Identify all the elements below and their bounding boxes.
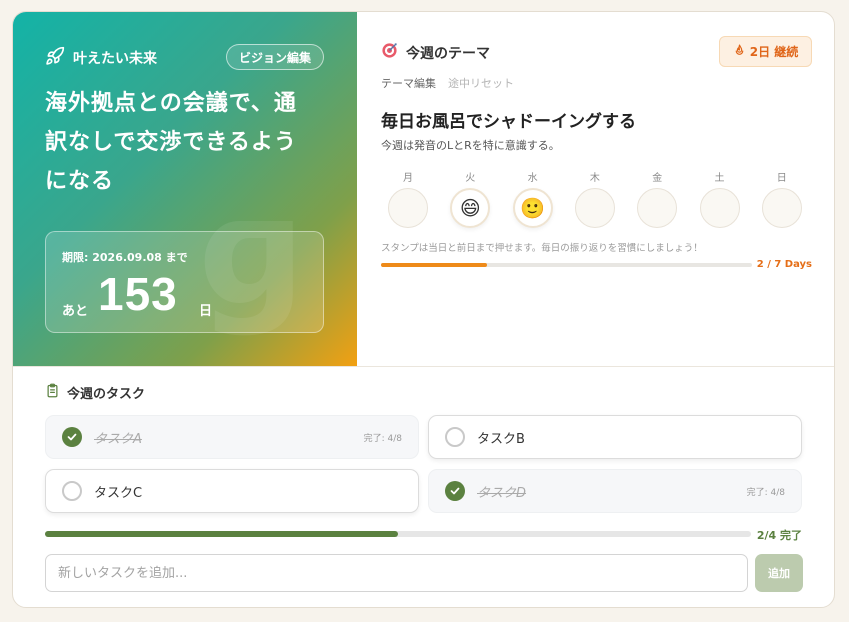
- theme-title: 今週のテーマ: [406, 45, 490, 62]
- add-task-button[interactable]: 追加: [755, 554, 803, 592]
- remaining-prefix: あと: [62, 304, 89, 319]
- vision-label: 叶えたい未来: [73, 51, 157, 67]
- day-label: 火: [465, 173, 476, 184]
- stamp-emoji-icon: 😄: [459, 196, 481, 220]
- task-item[interactable]: タスクB: [428, 415, 802, 459]
- week-progress-count: 2 / 7 Days: [756, 259, 812, 270]
- day-label: 月: [403, 173, 413, 184]
- dashboard-card: ɡ 叶えたい未来 ビジョン編集 海外拠点との会議で、通訳なしで交渉できるようにな…: [12, 11, 835, 608]
- day-0: 月: [387, 172, 429, 228]
- stamp-note: スタンプは当日と前日まで押せます。毎日の振り返りを習慣にしましょう！: [381, 243, 703, 254]
- new-task-input[interactable]: [45, 554, 748, 592]
- day-6: 日: [761, 172, 803, 228]
- clipboard-icon: [45, 383, 60, 402]
- theme-sub-text: 今週は発音のLとRを特に意識する。: [381, 139, 560, 152]
- theme-links: テーマ編集 途中リセット: [381, 75, 514, 91]
- day-stamp-button[interactable]: [388, 188, 428, 228]
- day-stamp-button[interactable]: [761, 188, 802, 228]
- task-item[interactable]: タスクA 完了: 4/8: [45, 415, 419, 459]
- day-stamp-button[interactable]: [637, 188, 678, 228]
- day-stamp-button[interactable]: 🙂: [512, 188, 553, 228]
- remaining-days: 153: [98, 268, 178, 320]
- vision-edit-button[interactable]: ビジョン編集: [226, 44, 324, 70]
- task-name: タスクB: [477, 431, 525, 447]
- theme-panel: 今週のテーマ 2日 継続 テーマ編集 途中リセット 毎日お風呂でシャドーイングす…: [357, 12, 834, 366]
- empty-circle-icon[interactable]: [445, 427, 465, 447]
- tasks-title: 今週のタスク: [67, 387, 146, 402]
- task-progress-count: 2/4 完了: [756, 529, 802, 542]
- task-name: タスクA: [94, 431, 142, 447]
- theme-reset-link[interactable]: 途中リセット: [448, 75, 514, 91]
- section-divider: [13, 366, 834, 367]
- streak-text: 2日 継続: [749, 45, 799, 59]
- task-completed-date: 完了: 4/8: [363, 433, 402, 444]
- deadline-label: 期限: 2026.09.08 まで: [62, 251, 188, 264]
- week-progress-fill: [381, 263, 487, 267]
- day-5: 土: [699, 172, 741, 228]
- day-stamp-button[interactable]: [574, 188, 615, 228]
- flame-icon: [733, 43, 750, 60]
- task-item[interactable]: タスクC: [45, 469, 419, 513]
- day-label: 金: [652, 173, 663, 184]
- target-icon: [381, 42, 398, 63]
- day-label: 土: [714, 173, 725, 184]
- task-progress-bar: [45, 531, 751, 537]
- remaining-unit: 日: [199, 304, 213, 319]
- day-label: 日: [776, 173, 787, 184]
- day-2: 水 🙂: [512, 172, 554, 228]
- day-label: 木: [589, 173, 600, 184]
- weekday-stamps: 月火 😄 水 🙂 木金土日: [387, 172, 817, 232]
- streak-badge: 2日 継続: [719, 36, 812, 67]
- day-label: 水: [527, 173, 538, 184]
- day-stamp-button[interactable]: 😄: [450, 188, 491, 228]
- theme-header: 今週のテーマ: [381, 42, 490, 63]
- theme-main-text: 毎日お風呂でシャドーイングする: [381, 112, 636, 132]
- check-circle-icon[interactable]: [445, 481, 465, 501]
- tasks-header: 今週のタスク: [45, 383, 145, 402]
- check-circle-icon[interactable]: [62, 427, 82, 447]
- empty-circle-icon[interactable]: [62, 481, 82, 501]
- day-1: 火 😄: [449, 172, 491, 228]
- task-item[interactable]: タスクD 完了: 4/8: [428, 469, 802, 513]
- day-3: 木: [574, 172, 616, 228]
- deadline-box: 期限: 2026.09.08 まで あと 153 日: [45, 231, 324, 333]
- task-progress-fill: [45, 531, 398, 537]
- stamp-emoji-icon: 🙂: [520, 196, 546, 220]
- day-4: 金: [636, 172, 678, 228]
- day-stamp-button[interactable]: [699, 188, 740, 228]
- vision-panel: ɡ 叶えたい未来 ビジョン編集 海外拠点との会議で、通訳なしで交渉できるようにな…: [13, 12, 357, 366]
- task-name: タスクC: [94, 485, 143, 501]
- vision-text: 海外拠点との会議で、通訳なしで交渉できるようになる: [45, 91, 297, 194]
- task-name: タスクD: [477, 485, 527, 501]
- vision-header: 叶えたい未来: [45, 46, 157, 70]
- week-progress-bar: [381, 263, 752, 267]
- rocket-icon: [45, 46, 65, 70]
- theme-edit-link[interactable]: テーマ編集: [381, 75, 436, 91]
- task-completed-date: 完了: 4/8: [746, 487, 785, 498]
